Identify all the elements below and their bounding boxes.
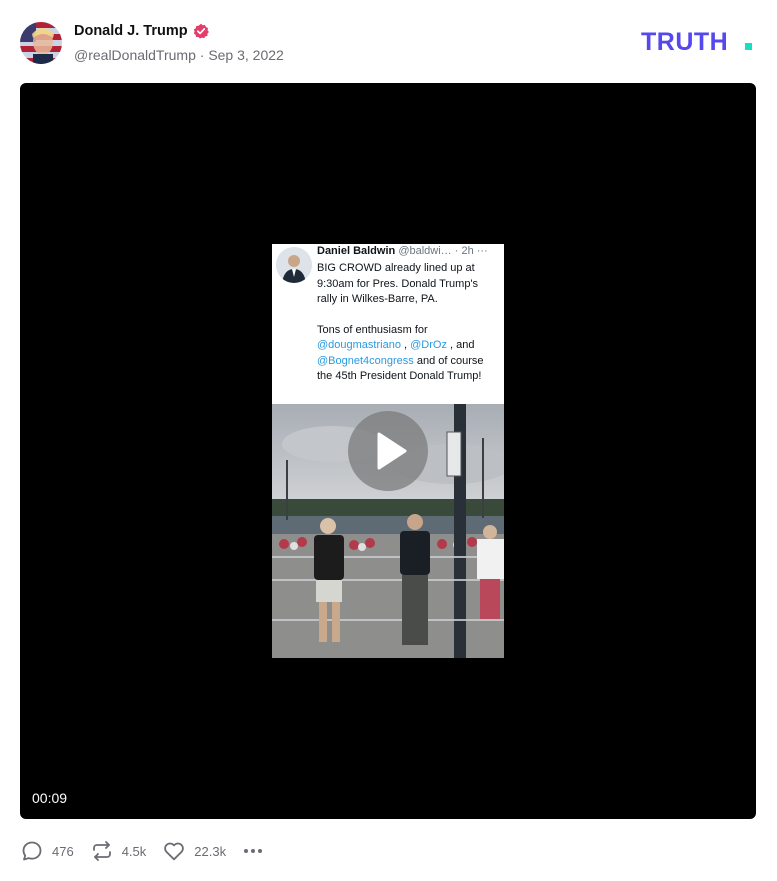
reply-button[interactable]: 476: [20, 839, 74, 863]
like-button[interactable]: 22.3k: [162, 839, 226, 863]
more-icon[interactable]: [244, 839, 263, 863]
post-date[interactable]: Sep 3, 2022: [208, 47, 284, 63]
video-player[interactable]: Daniel Baldwin @baldwi… · 2h ··· BIG CRO…: [20, 83, 756, 819]
like-count: 22.3k: [194, 843, 227, 859]
tweet-time: · 2h: [454, 245, 474, 257]
mention-bognet4congress: @Bognet4congress: [317, 354, 414, 367]
tweet-menu: ···: [476, 245, 488, 257]
mention-dougmastriano: @dougmastriano: [317, 339, 401, 351]
more-dot: [251, 849, 256, 853]
meta-separator: ·: [199, 47, 205, 63]
tweet-text-sep: , and: [446, 339, 475, 351]
video-duration: 00:09: [32, 790, 68, 806]
more-dot: [258, 849, 263, 853]
tweet-text-sep: ,: [400, 339, 411, 351]
reply-icon: [20, 839, 44, 863]
mention-droz: @DrOz: [410, 339, 447, 351]
tweet-header: Daniel Baldwin @baldwi… · 2h ···: [317, 245, 502, 257]
truth-logo-text: TRUTH: [641, 28, 728, 56]
retruth-button[interactable]: 4.5k: [90, 839, 147, 863]
avatar[interactable]: [20, 22, 62, 64]
post-header: Donald J. Trump @realDonaldTrump · Sep 3…: [20, 20, 757, 66]
tweet-author: Daniel Baldwin: [317, 245, 396, 257]
retruth-icon: [90, 839, 114, 863]
truth-logo[interactable]: TRUTH: [641, 28, 757, 56]
play-icon: [377, 432, 407, 470]
author-handle[interactable]: @realDonaldTrump: [74, 47, 196, 63]
author-name[interactable]: Donald J. Trump: [74, 23, 188, 39]
heart-icon: [162, 839, 186, 863]
embedded-tweet: Daniel Baldwin @baldwi… · 2h ··· BIG CRO…: [272, 244, 504, 404]
play-button[interactable]: [348, 411, 428, 491]
tweet-paragraph-1: BIG CROWD already lined up at 9:30am for…: [317, 262, 479, 305]
tweet-text-prefix: Tons of enthusiasm for: [317, 323, 428, 336]
more-dot: [244, 849, 249, 853]
post-actions: 476 4.5k 22.3k: [20, 838, 263, 864]
tweet-text: BIG CROWD already lined up at 9:30am for…: [317, 261, 501, 400]
tweet-avatar: [276, 247, 312, 283]
retruth-count: 4.5k: [121, 843, 147, 859]
tweet-handle: @baldwi…: [398, 245, 452, 257]
reply-count: 476: [52, 843, 74, 859]
tweet-paragraph-2: Tons of enthusiasm for @dougmastriano , …: [317, 323, 501, 385]
post-meta: @realDonaldTrump · Sep 3, 2022: [74, 47, 284, 63]
verified-badge-icon: [193, 23, 209, 39]
